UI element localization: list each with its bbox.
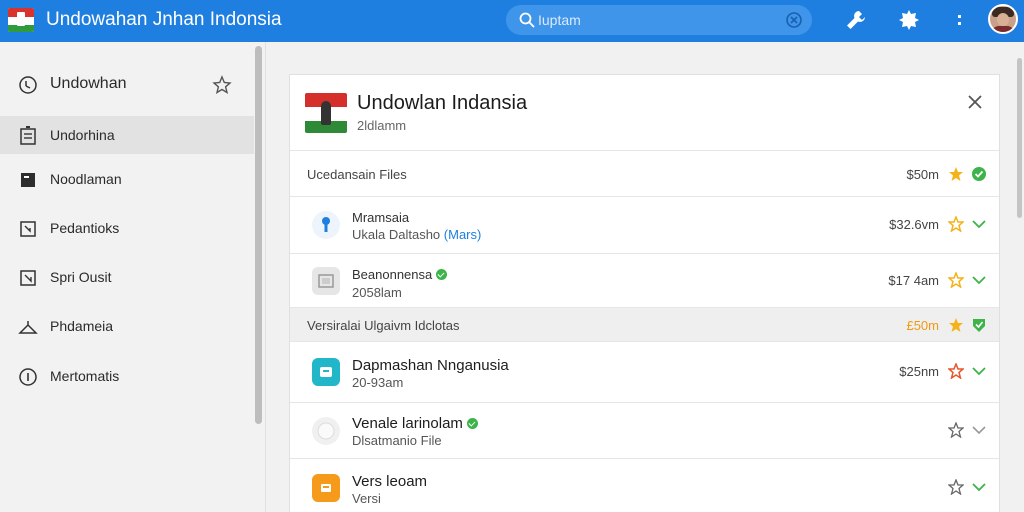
photo-icon	[312, 267, 340, 295]
sidebar-item-undowhan[interactable]: Undowhan	[0, 65, 254, 103]
pin-icon[interactable]	[212, 75, 232, 95]
item-subtitle: 20-93am	[352, 375, 404, 390]
sidebar-item-label: Undowhan	[50, 75, 127, 92]
list-item[interactable]: Mramsaia Ukala Daltasho (Mars) $32.6vm	[290, 197, 999, 254]
section-price: £50m	[906, 318, 939, 333]
sidebar-item-phdameia[interactable]: Phdameia	[0, 307, 254, 345]
sidebar-item-label: Pedantioks	[50, 220, 120, 236]
sidebar-item-label: Spri Ousit	[50, 269, 112, 285]
item-subtitle: Ukala Daltasho (Mars)	[352, 227, 482, 242]
list-icon	[20, 126, 36, 145]
verified-badge-icon	[466, 418, 478, 429]
search-icon	[19, 76, 37, 94]
app-title: Undowahan Jnhan Indonsia	[46, 9, 282, 30]
list-item[interactable]: Vers leoam Versi	[290, 459, 999, 512]
section-label: Versiralai Ulgaivm Idclotas	[307, 318, 460, 333]
sidebar: Undowhan Undorhina Noodlaman Pedantioks	[0, 42, 266, 512]
square-icon	[21, 173, 35, 187]
info-icon	[19, 368, 37, 386]
section-label: Ucedansain Files	[307, 167, 407, 182]
item-price: $25nm	[899, 364, 939, 379]
chevron-down-icon[interactable]	[971, 272, 987, 288]
sidebar-item-pedantioks[interactable]: Pedantioks	[0, 209, 254, 247]
chevron-down-icon[interactable]	[971, 479, 987, 495]
star-icon[interactable]	[948, 422, 964, 438]
star-icon[interactable]	[948, 166, 964, 182]
panel-title: Undowlan Indansia	[357, 92, 528, 114]
clear-icon[interactable]	[786, 12, 802, 28]
sidebar-item-undorhina[interactable]: Undorhina	[0, 116, 254, 154]
sidebar-item-mertomatis[interactable]: Mertomatis	[0, 357, 254, 395]
item-price: $32.6vm	[889, 217, 939, 232]
list-item[interactable]: Beanonnensa 2058lam $17 4am	[290, 254, 999, 308]
avatar[interactable]	[988, 4, 1018, 34]
chat-icon	[312, 358, 340, 386]
chevron-down-icon[interactable]	[971, 363, 987, 379]
star-icon[interactable]	[948, 272, 964, 288]
search-bar[interactable]	[506, 5, 812, 35]
sidebar-item-spri-ousit[interactable]: Spri Ousit	[0, 258, 254, 296]
key-icon	[312, 211, 340, 239]
section-header[interactable]: Ucedansain Files $50m	[290, 151, 999, 197]
hanger-icon	[18, 321, 38, 334]
page-scrollbar[interactable]	[1017, 58, 1022, 218]
item-subtitle: Versi	[352, 491, 381, 506]
section-header[interactable]: Versiralai Ulgaivm Idclotas £50m	[290, 308, 999, 342]
star-icon[interactable]	[948, 216, 964, 232]
item-title: Vers leoam	[352, 473, 428, 490]
panel-header: Undowlan Indansia 2ldlamm	[290, 75, 999, 151]
sidebar-item-noodlaman[interactable]: Noodlaman	[0, 160, 254, 198]
sidebar-item-label: Phdameia	[50, 318, 114, 334]
disc-icon	[312, 417, 340, 445]
sidebar-item-label: Noodlaman	[50, 171, 122, 187]
item-title: Mramsaia	[352, 210, 410, 225]
app-logo	[8, 8, 34, 32]
puzzle-icon[interactable]	[897, 8, 921, 32]
more-icon[interactable]	[948, 8, 972, 32]
item-subtitle: 2058lam	[352, 285, 402, 300]
folder-icon	[312, 474, 340, 502]
panel-subtitle: 2ldlamm	[357, 118, 407, 133]
detail-panel: Undowlan Indansia 2ldlamm Ucedansain Fil…	[289, 74, 1000, 512]
star-icon[interactable]	[948, 479, 964, 495]
chevron-down-icon[interactable]	[971, 216, 987, 232]
top-bar: Undowahan Jnhan Indonsia	[0, 0, 1024, 42]
wrench-icon[interactable]	[844, 8, 868, 32]
verified-badge-icon	[436, 269, 448, 280]
close-icon[interactable]	[966, 93, 984, 111]
item-price: $17 4am	[888, 273, 939, 288]
search-input[interactable]	[538, 10, 778, 30]
check-shield-icon[interactable]	[971, 317, 987, 333]
corner-icon	[20, 270, 36, 286]
item-subtitle: Dlsatmanio File	[352, 433, 442, 448]
search-icon	[519, 12, 535, 28]
list-item[interactable]: Venale larinolam Dlsatmanio File	[290, 403, 999, 459]
sidebar-scrollbar[interactable]	[255, 46, 262, 424]
panel-thumbnail	[305, 93, 347, 133]
item-title: Venale larinolam	[352, 415, 478, 432]
item-link[interactable]: (Mars)	[444, 227, 482, 242]
section-price: $50m	[906, 167, 939, 182]
list-item[interactable]: Dapmashan Nnganusia 20-93am $25nm	[290, 342, 999, 403]
star-icon[interactable]	[948, 317, 964, 333]
check-circle-icon[interactable]	[971, 166, 987, 182]
item-title: Dapmashan Nnganusia	[352, 357, 509, 374]
corner-icon	[20, 221, 36, 237]
sidebar-item-label: Mertomatis	[50, 368, 120, 384]
chevron-down-icon[interactable]	[971, 422, 987, 438]
star-icon[interactable]	[948, 363, 964, 379]
item-title: Beanonnensa	[352, 267, 448, 282]
sidebar-item-label: Undorhina	[50, 127, 115, 143]
